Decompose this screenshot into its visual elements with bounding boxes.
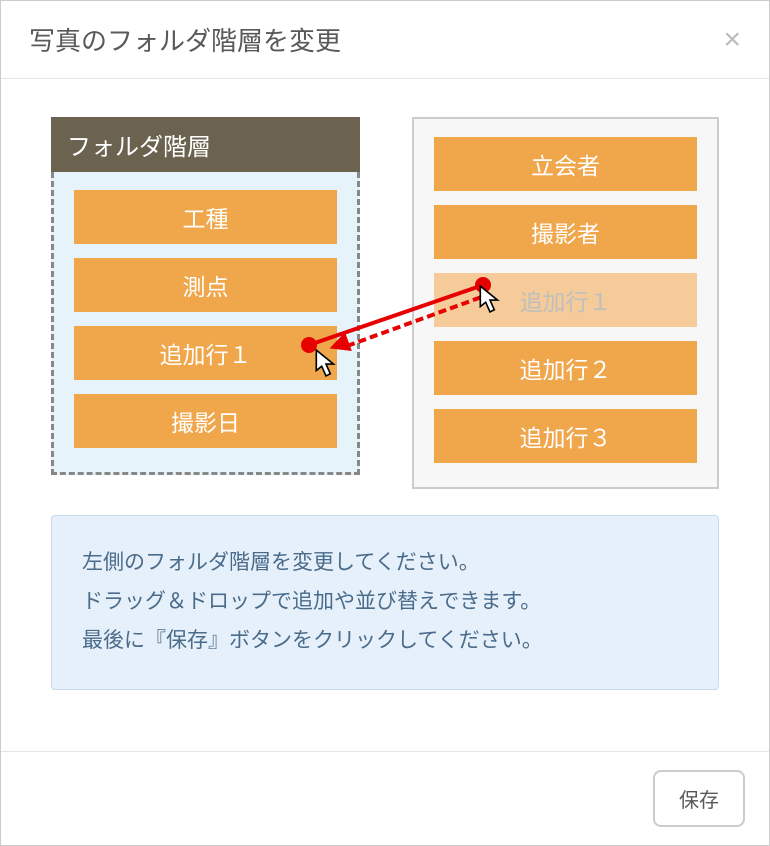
source-item[interactable]: 立会者	[434, 137, 697, 191]
folder-item[interactable]: 工種	[74, 190, 337, 244]
source-item-faded[interactable]: 追加行１	[434, 273, 697, 327]
modal-header: 写真のフォルダ階層を変更 ×	[1, 1, 769, 79]
folder-item[interactable]: 測点	[74, 258, 337, 312]
info-line: 最後に『保存』ボタンをクリックしてください。	[82, 622, 688, 661]
info-line: ドラッグ＆ドロップで追加や並び替えできます。	[82, 583, 688, 622]
source-item[interactable]: 撮影者	[434, 205, 697, 259]
save-button[interactable]: 保存	[653, 770, 745, 827]
modal-dialog: 写真のフォルダ階層を変更 × フォルダ階層 工種 測点 追加行１ 撮影日 立会者…	[0, 0, 770, 846]
close-icon[interactable]: ×	[723, 25, 741, 55]
source-item[interactable]: 追加行２	[434, 341, 697, 395]
left-panel: フォルダ階層 工種 測点 追加行１ 撮影日	[51, 117, 360, 475]
info-box: 左側のフォルダ階層を変更してください。 ドラッグ＆ドロップで追加や並び替えできま…	[51, 515, 719, 690]
right-panel: 立会者 撮影者 追加行１ 追加行２ 追加行３	[412, 117, 719, 489]
drop-zone[interactable]: 工種 測点 追加行１ 撮影日	[51, 172, 360, 475]
panels-row: フォルダ階層 工種 測点 追加行１ 撮影日 立会者 撮影者 追加行１ 追加行２ …	[51, 117, 719, 489]
left-panel-heading: フォルダ階層	[51, 117, 360, 172]
modal-footer: 保存	[1, 751, 769, 845]
folder-item[interactable]: 撮影日	[74, 394, 337, 448]
folder-item[interactable]: 追加行１	[74, 326, 337, 380]
source-item[interactable]: 追加行３	[434, 409, 697, 463]
modal-title: 写真のフォルダ階層を変更	[29, 21, 341, 58]
modal-body: フォルダ階層 工種 測点 追加行１ 撮影日 立会者 撮影者 追加行１ 追加行２ …	[1, 79, 769, 751]
info-line: 左側のフォルダ階層を変更してください。	[82, 544, 688, 583]
